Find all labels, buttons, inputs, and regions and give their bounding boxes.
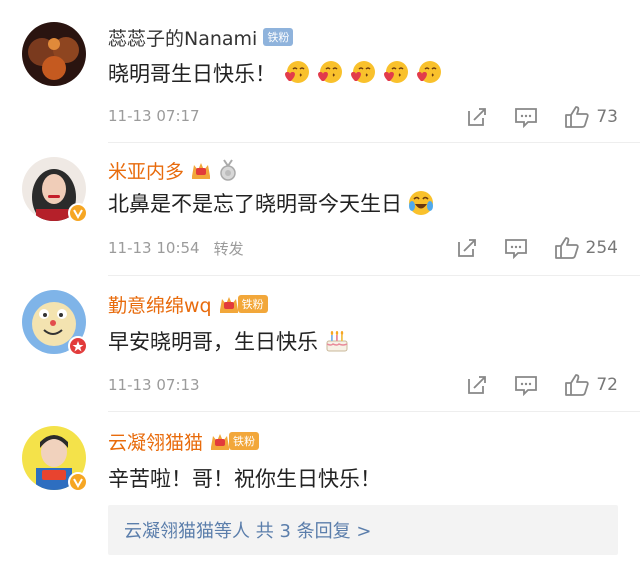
comment-text-content: 早安晓明哥，生日快乐 [108,330,318,354]
timestamp: 11-13 10:54 [108,239,200,257]
comment-header: 勤意绵绵wq 铁粉 [108,289,268,319]
share-button[interactable] [466,374,488,396]
forward-link[interactable]: 转发 [214,238,244,259]
divider [108,411,640,412]
share-button[interactable] [466,106,488,128]
comment-header: 蕊蕊子的Nanami 铁粉 [108,22,294,52]
comment-text: 北鼻是不是忘了晓明哥今天生日 [108,187,435,219]
comment-button[interactable] [514,106,538,128]
fan-badge: 铁粉 [229,432,260,450]
like-count: 254 [585,238,618,258]
avatar[interactable] [22,22,86,86]
verified-badge-icon [68,336,88,356]
like-count: 72 [596,375,618,395]
username[interactable]: 勤意绵绵wq [108,291,212,318]
like-button[interactable]: 254 [554,236,618,260]
comment-meta: 11-13 10:54 转发 [108,238,244,258]
comment-text: 晓明哥生日快乐！ [108,57,443,89]
like-count: 73 [596,107,618,127]
vip-crown-icon [219,297,238,313]
thumbs-up-icon [554,237,579,259]
kiss-heart-emoji-icon [285,61,309,83]
vip-crown-icon [192,163,211,179]
fan-badge: 铁粉 [237,295,268,313]
thumbs-up-icon [565,374,590,396]
crying-laughing-emoji-icon [409,191,433,215]
comment-text: 早安晓明哥，生日快乐 [108,325,351,357]
comment-actions: 72 [440,372,618,398]
vip-fan-badge: 铁粉 [218,293,268,315]
share-button[interactable] [456,237,478,259]
like-button[interactable]: 73 [564,105,618,129]
timestamp: 11-13 07:13 [108,376,200,394]
share-icon [468,108,487,126]
comment-icon [515,376,538,396]
comment-meta: 11-13 07:13 [108,375,200,395]
emoji-row [278,59,443,87]
comment-header: 米亚内多 [108,155,238,185]
thumbs-up-icon [565,106,590,128]
comment-button[interactable] [504,237,528,259]
silver-medal-icon [220,159,236,181]
comment-text-content: 晓明哥生日快乐！ [108,62,276,86]
divider [108,142,640,143]
comment-text-content: 北鼻是不是忘了晓明哥今天生日 [108,192,402,216]
view-replies-text: 云凝翎猫猫等人 共 3 条回复 > [124,521,372,542]
birthday-cake-emoji-icon [326,331,348,352]
comment-text: 辛苦啦！哥！祝你生日快乐！ [108,462,381,494]
divider [108,275,640,276]
vip-crown-icon [211,434,230,450]
kiss-heart-emoji-icon [318,61,342,83]
verified-badge-icon [68,472,88,492]
share-icon [457,239,476,257]
fan-badge: 铁粉 [263,28,294,46]
comment-icon [504,239,527,259]
kiss-heart-emoji-icon [351,61,375,83]
view-replies-link[interactable]: 云凝翎猫猫等人 共 3 条回复 > [108,505,618,555]
verified-badge-icon [68,203,88,223]
comment-icon [515,108,538,128]
kiss-heart-emoji-icon [384,61,408,83]
timestamp: 11-13 07:17 [108,107,200,125]
comment-text-content: 辛苦啦！哥！祝你生日快乐！ [108,467,381,491]
username[interactable]: 米亚内多 [108,157,184,184]
comment-actions: 73 [440,104,618,130]
share-icon [468,376,487,394]
comment-actions: 254 [430,235,618,261]
username[interactable]: 云凝翎猫猫 [108,428,203,455]
comment-meta: 11-13 07:17 [108,106,200,126]
comment-header: 云凝翎猫猫 铁粉 [108,426,260,456]
username[interactable]: 蕊蕊子的Nanami [108,24,257,51]
vip-fan-badge: 铁粉 [209,430,260,452]
kiss-heart-emoji-icon [417,61,441,83]
comment-button[interactable] [514,374,538,396]
like-button[interactable]: 72 [564,373,618,397]
